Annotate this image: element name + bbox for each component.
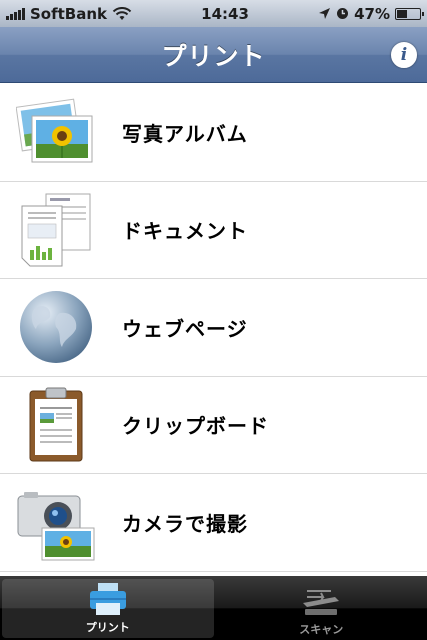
print-menu-list: 写真アルバム ドキュメント ウェブページ クリップボード カメラで撮影 [0, 84, 427, 572]
tab-label: スキャン [299, 623, 344, 636]
menu-item-camera[interactable]: カメラで撮影 [0, 474, 427, 572]
menu-item-label: カメラで撮影 [122, 511, 248, 536]
clipboard-icon [29, 387, 83, 462]
status-bar: SoftBank 14:43 47% [0, 0, 427, 27]
scanner-icon [303, 590, 340, 615]
status-left: SoftBank [6, 5, 132, 23]
info-icon: i [400, 45, 408, 65]
menu-item-label: ウェブページ [122, 316, 248, 341]
info-button[interactable]: i [391, 42, 417, 68]
alarm-icon [337, 8, 349, 19]
menu-item-label: ドキュメント [122, 219, 248, 244]
carrier-name: SoftBank [30, 4, 108, 23]
printer-icon [89, 583, 126, 615]
wifi-icon [112, 6, 132, 20]
tab-label: プリント [85, 621, 130, 634]
menu-item-document[interactable]: ドキュメント [0, 181, 427, 279]
menu-item-web-page[interactable]: ウェブページ [0, 279, 427, 377]
tab-scan[interactable]: スキャン [216, 576, 427, 640]
tab-print[interactable]: プリント [2, 579, 214, 638]
menu-item-label: 写真アルバム [122, 121, 248, 146]
menu-item-photo-album[interactable]: 写真アルバム [0, 84, 427, 182]
photo-album-icon [16, 98, 93, 163]
tab-bar: プリント スキャン [0, 576, 427, 640]
document-icon [21, 193, 91, 267]
battery-icon [394, 7, 424, 20]
camera-icon [17, 492, 95, 561]
battery-fill [396, 9, 408, 18]
battery-percent: 47% [354, 4, 390, 23]
location-icon [319, 8, 331, 19]
status-right: 47% [318, 4, 424, 23]
globe-icon [20, 291, 92, 364]
signal-icon [6, 7, 25, 20]
menu-item-clipboard[interactable]: クリップボード [0, 376, 427, 474]
status-time: 14:43 [201, 4, 249, 23]
menu-item-label: クリップボード [122, 414, 269, 439]
page-title: プリント [161, 41, 266, 71]
navigation-bar: プリント i [0, 27, 427, 83]
